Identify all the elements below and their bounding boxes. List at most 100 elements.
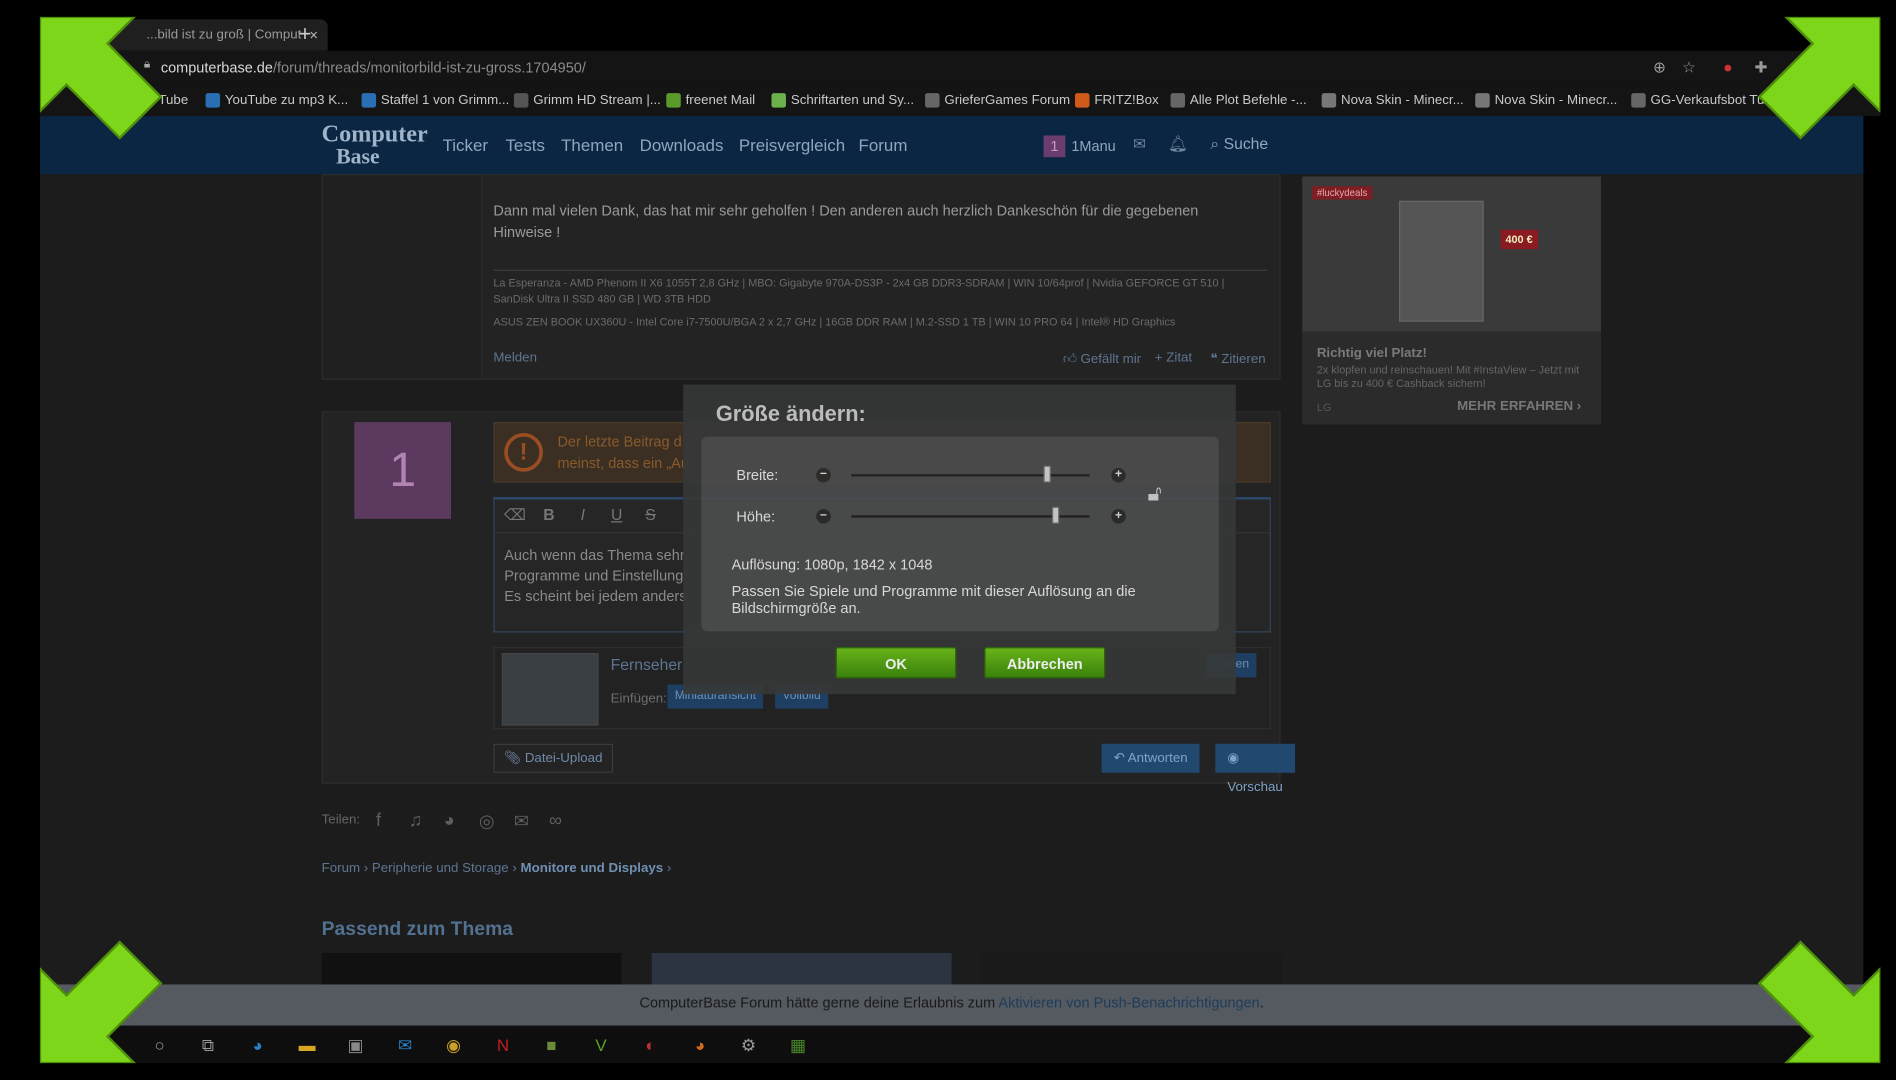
app-icon[interactable]: ◐ <box>637 1033 664 1057</box>
underline-icon[interactable]: U <box>603 506 630 524</box>
reddit-icon[interactable]: ◕ <box>444 810 455 831</box>
dialog-panel: Breite: − + Höhe: − + 🔓︎ Auflösung: 1080… <box>701 436 1219 632</box>
height-decrease-button[interactable]: − <box>816 509 831 524</box>
enable-push-link[interactable]: Aktivieren von Push-Benachrichtigungen <box>998 994 1259 1011</box>
ok-button[interactable]: OK <box>835 647 957 679</box>
user-name[interactable]: 1Manu <box>1071 135 1115 157</box>
site-logo[interactable]: Computer Base <box>322 122 428 167</box>
bookmark-item[interactable]: Nova Skin - Minecr... <box>1475 89 1617 111</box>
email-icon[interactable]: ✉ <box>514 810 529 833</box>
search-button[interactable]: ⌕ Suche <box>1210 134 1268 153</box>
quote-button[interactable]: + Zitat <box>1155 351 1192 366</box>
strikethrough-icon[interactable]: S <box>637 506 664 524</box>
ad-text: 2x klopfen und reinschauen! Mit #InstaVi… <box>1316 364 1580 390</box>
advertisement[interactable]: #luckydeals 400 € Richtig viel Platz! 2x… <box>1302 176 1601 425</box>
browser-tab-bar: ...bild ist zu groß | Comput × + <box>39 16 1881 51</box>
mail-app-icon[interactable]: ✉ <box>392 1033 419 1057</box>
height-label: Höhe: <box>736 507 776 525</box>
push-notification-bar: ComputerBase Forum hätte gerne deine Erl… <box>39 984 1864 1028</box>
bell-icon[interactable]: 🔔︎ <box>1168 134 1188 153</box>
whatsapp-icon[interactable]: ◎ <box>479 810 495 833</box>
file-upload-button[interactable]: 📎︎ Datei-Upload <box>493 743 614 773</box>
ad-cta-button[interactable]: MEHR ERFAHREN › <box>1457 399 1581 414</box>
site-header: Computer Base Ticker Tests Themen Downloa… <box>39 116 1864 175</box>
price-tag: 400 € <box>1500 229 1538 250</box>
chrome-icon[interactable]: ◉ <box>440 1033 467 1057</box>
unlock-icon[interactable]: 🔓︎ <box>1148 481 1162 506</box>
height-slider-handle[interactable] <box>1052 506 1060 524</box>
editor-content[interactable]: Auch wenn das Thema sehr Programme und E… <box>504 545 686 607</box>
reply-submit-button[interactable]: ↶ Antworten <box>1101 743 1200 773</box>
link-icon[interactable]: ∞ <box>549 810 562 831</box>
attachment-thumbnail[interactable] <box>501 653 599 726</box>
explorer-icon[interactable]: ▬ <box>294 1033 321 1057</box>
insert-label: Einfügen: <box>610 691 667 707</box>
width-label: Breite: <box>736 466 779 484</box>
width-decrease-button[interactable]: − <box>816 468 831 483</box>
bookmark-item[interactable]: Schriftarten und Sy... <box>771 89 914 111</box>
bookmark-item[interactable]: YouTube zu mp3 K... <box>205 89 348 111</box>
bold-icon[interactable]: B <box>536 506 563 524</box>
resize-hint: Passen Sie Spiele und Programme mit dies… <box>731 582 1136 617</box>
share-label: Teilen: <box>321 812 361 828</box>
arrow-bottom-left-icon <box>39 940 163 1064</box>
windows-taskbar: ○ ⧉ ◕ ▬ ▣ ✉ ◉ N ■ V ◐ ◕ ⚙ ▦ <box>39 1025 1881 1064</box>
preview-button[interactable]: ◉ Vorschau <box>1215 743 1295 795</box>
ad-tag: #luckydeals <box>1311 186 1373 200</box>
eraser-icon[interactable]: ⌫ <box>502 506 529 525</box>
bookmarks-bar: Tube YouTube zu mp3 K... Staffel 1 von G… <box>39 84 1881 117</box>
firefox-icon[interactable]: ◕ <box>687 1033 714 1057</box>
minecraft-icon[interactable]: ■ <box>538 1033 565 1057</box>
user-avatar[interactable]: 1 <box>1043 135 1066 158</box>
nav-forum[interactable]: Forum <box>859 133 908 157</box>
warning-icon: ! <box>504 432 543 472</box>
task-view-icon[interactable]: ⧉ <box>195 1033 222 1057</box>
reply-avatar: 1 <box>354 422 452 519</box>
ad-image[interactable]: #luckydeals 400 € <box>1302 176 1601 332</box>
forum-post: Dann mal vielen Dank, das hat mir sehr g… <box>321 174 1281 380</box>
bookmark-item[interactable]: FRITZ!Box <box>1074 89 1159 111</box>
report-link[interactable]: Melden <box>493 351 537 366</box>
bookmark-item[interactable]: GrieferGames Forum <box>925 89 1070 111</box>
bookmark-item[interactable]: freenet Mail <box>666 89 755 111</box>
italic-icon[interactable]: I <box>570 506 597 524</box>
resize-dialog: Größe ändern: Breite: − + Höhe: − + 🔓︎ A… <box>683 384 1236 695</box>
nav-tests[interactable]: Tests <box>505 133 545 157</box>
width-increase-button[interactable]: + <box>1111 468 1126 483</box>
nav-downloads[interactable]: Downloads <box>640 133 724 157</box>
nav-ticker[interactable]: Ticker <box>443 133 488 157</box>
store-icon[interactable]: ▣ <box>342 1033 369 1057</box>
url-text[interactable]: computerbase.de/forum/threads/monitorbil… <box>161 57 586 79</box>
address-bar[interactable]: 🔒︎ computerbase.de/forum/threads/monitor… <box>39 50 1881 85</box>
extension-icon[interactable]: ● <box>1723 56 1733 80</box>
cancel-button[interactable]: Abbrechen <box>984 647 1106 679</box>
bookmark-item[interactable]: Staffel 1 von Grimm... <box>361 89 509 111</box>
nav-themen[interactable]: Themen <box>561 133 623 157</box>
edge-icon[interactable]: ◕ <box>244 1033 271 1057</box>
arrow-bottom-right-icon <box>1757 940 1881 1064</box>
app-icon[interactable]: V <box>588 1033 615 1057</box>
zoom-icon[interactable]: ⊕ <box>1653 56 1666 80</box>
netflix-icon[interactable]: N <box>490 1033 517 1057</box>
attachment-title: Fernseher <box>610 655 683 674</box>
arrow-top-right-icon <box>1757 16 1881 140</box>
facebook-icon[interactable]: f <box>376 810 381 831</box>
post-signature: La Esperanza - AMD Phenom II X6 1055T 2,… <box>493 269 1268 330</box>
bookmark-item[interactable]: GG-Verkaufsbot Tu <box>1631 89 1764 111</box>
height-increase-button[interactable]: + <box>1111 509 1126 524</box>
bookmark-item[interactable]: Nova Skin - Minecr... <box>1321 89 1464 111</box>
bookmark-item[interactable]: Alle Plot Befehle -... <box>1170 89 1307 111</box>
related-heading: Passend zum Thema <box>321 919 514 940</box>
mail-icon[interactable]: ✉ <box>1133 134 1146 153</box>
nvidia-icon[interactable]: ▦ <box>785 1033 812 1057</box>
bookmark-item[interactable]: Grimm HD Stream |... <box>513 89 661 111</box>
nav-preisvergleich[interactable]: Preisvergleich <box>739 133 845 157</box>
width-slider[interactable] <box>851 474 1090 477</box>
like-button[interactable]: 👍︎ Gefällt mir <box>1063 351 1141 367</box>
new-tab-button[interactable]: + <box>299 19 312 48</box>
width-slider-handle[interactable] <box>1042 465 1051 483</box>
star-icon[interactable]: ☆ <box>1682 56 1696 80</box>
cite-button[interactable]: ❝ Zitieren <box>1210 351 1265 367</box>
settings-icon[interactable]: ⚙ <box>735 1033 762 1057</box>
twitter-icon[interactable]: ♫ <box>409 810 423 831</box>
